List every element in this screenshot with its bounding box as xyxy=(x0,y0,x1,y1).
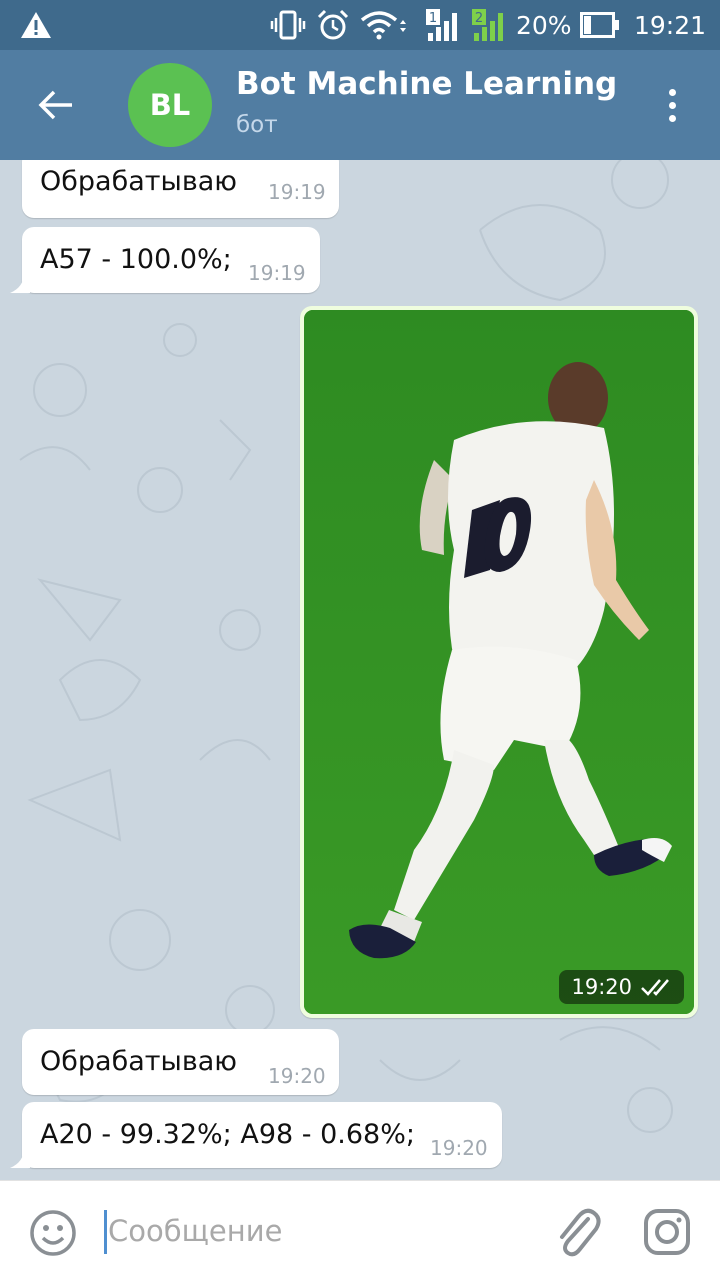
attach-button[interactable] xyxy=(552,1205,602,1259)
vibrate-icon xyxy=(270,0,306,50)
warning-icon xyxy=(20,0,52,50)
battery-percent: 20% xyxy=(516,10,572,40)
message-composer: Сообщение xyxy=(0,1180,720,1280)
bubble-tail xyxy=(10,1148,30,1168)
camera-icon xyxy=(644,1209,690,1255)
photo-time-badge: 19:20 xyxy=(559,970,684,1004)
photo-football-player[interactable] xyxy=(304,310,694,1014)
smiley-icon xyxy=(30,1210,76,1256)
battery-icon xyxy=(580,0,620,50)
avatar[interactable]: BL xyxy=(128,63,212,147)
more-options-button[interactable] xyxy=(652,80,692,130)
message-list[interactable]: Обрабатываю 19:19 A57 - 100.0%; 19:19 19… xyxy=(0,160,720,1180)
bubble-tail xyxy=(10,273,30,293)
photo-message[interactable]: 19:20 xyxy=(300,306,698,1018)
message-bubble[interactable]: Обрабатываю 19:19 xyxy=(22,160,339,218)
wifi-icon xyxy=(360,0,406,50)
text-caret xyxy=(104,1210,107,1254)
message-text: Обрабатываю xyxy=(40,166,238,197)
message-time: 19:20 xyxy=(571,975,632,999)
svg-text:2: 2 xyxy=(475,11,483,26)
message-text: A20 - 99.32%; A98 - 0.68%; xyxy=(40,1119,415,1150)
message-input[interactable]: Сообщение xyxy=(104,1206,524,1256)
emoji-button[interactable] xyxy=(28,1208,78,1258)
paperclip-icon xyxy=(560,1208,601,1257)
message-time: 19:19 xyxy=(248,261,306,285)
message-time: 19:20 xyxy=(430,1136,488,1160)
chat-title[interactable]: Bot Machine Learning xyxy=(236,66,617,102)
back-arrow-icon xyxy=(38,90,72,120)
alarm-icon xyxy=(316,0,350,50)
message-time: 19:20 xyxy=(268,1064,326,1088)
camera-button[interactable] xyxy=(640,1205,694,1259)
message-bubble[interactable]: A57 - 100.0%; 19:19 xyxy=(22,227,320,293)
message-bubble[interactable]: Обрабатываю 19:20 xyxy=(22,1029,339,1095)
signal-icon: 1 xyxy=(424,0,464,50)
message-text: A57 - 100.0%; xyxy=(40,244,232,275)
svg-text:1: 1 xyxy=(429,11,437,26)
double-check-icon xyxy=(641,979,669,996)
message-input-placeholder: Сообщение xyxy=(108,1214,283,1248)
status-bar: 1 2 20% 19:21 xyxy=(0,0,720,50)
message-bubble[interactable]: A20 - 99.32%; A98 - 0.68%; 19:20 xyxy=(22,1102,502,1168)
more-dots-icon xyxy=(668,88,676,96)
back-button[interactable] xyxy=(28,80,84,130)
chat-subtitle: бот xyxy=(236,112,278,138)
chat-header: BL Bot Machine Learning бот xyxy=(0,50,720,160)
clock: 19:21 xyxy=(634,10,707,40)
signal-icon: 2 xyxy=(470,0,510,50)
message-time: 19:19 xyxy=(268,180,326,204)
message-text: Обрабатываю xyxy=(40,1046,238,1077)
